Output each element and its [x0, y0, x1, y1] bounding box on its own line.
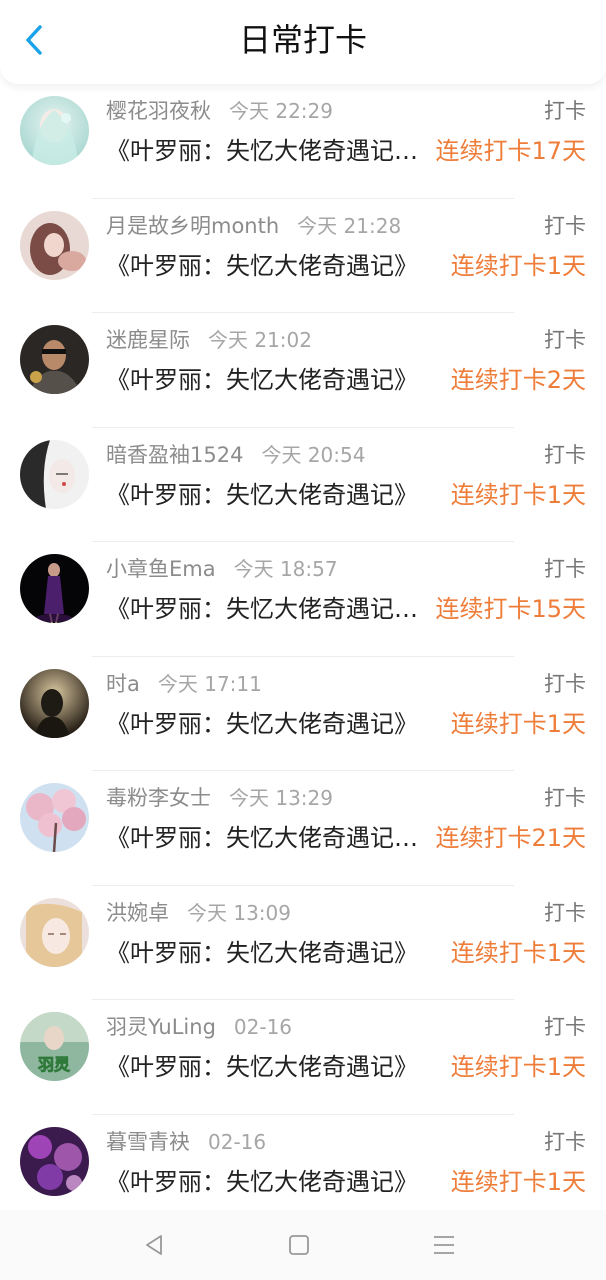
checkin-time: 今天 18:57: [233, 557, 338, 581]
triangle-back-icon: [146, 1235, 162, 1255]
user-name: 羽灵YuLing: [106, 1015, 216, 1039]
user-name: 樱花羽夜秋: [106, 99, 211, 123]
avatar[interactable]: [20, 439, 89, 509]
checkin-action[interactable]: 打卡: [544, 554, 586, 584]
checkin-action[interactable]: 打卡: [544, 669, 586, 699]
checkin-time: 今天 13:09: [187, 900, 291, 925]
menu-lines-icon: [434, 1236, 454, 1254]
streak-badge: 连续打卡1天: [450, 1053, 586, 1081]
list-item[interactable]: 迷鹿星际 今天 21:02 打卡 《叶罗丽：失忆大佬奇遇记》 连续打卡2天: [0, 313, 606, 428]
list-item[interactable]: 樱花羽夜秋 今天 22:29 打卡 《叶罗丽：失忆大佬奇遇记… 连续打卡17天: [0, 84, 606, 199]
book-title[interactable]: 《叶罗丽：失忆大佬奇遇记…: [106, 133, 442, 169]
list-item[interactable]: 毒粉李女士 今天 13:29 打卡 《叶罗丽：失忆大佬奇遇记… 连续打卡21天: [0, 771, 606, 886]
checkin-list[interactable]: 樱花羽夜秋 今天 22:29 打卡 《叶罗丽：失忆大佬奇遇记… 连续打卡17天 月…: [0, 84, 606, 1229]
square-home-icon: [289, 1235, 309, 1255]
checkin-action[interactable]: 打卡: [544, 1127, 586, 1157]
user-name: 洪婉卓: [106, 900, 169, 925]
user-name: 月是故乡明month: [106, 213, 280, 238]
avatar[interactable]: 羽灵: [20, 1012, 89, 1081]
app-screen: 日常打卡 樱花羽夜秋 今天 22:29 打卡 《叶罗丽：失忆大佬奇遇记… 连续打卡…: [0, 0, 606, 1280]
checkin-action[interactable]: 打卡: [544, 898, 586, 928]
system-nav-bar: [0, 1210, 606, 1280]
book-title[interactable]: 《叶罗丽：失忆大佬奇遇记》: [106, 248, 446, 284]
streak-badge: 连续打卡2天: [450, 366, 586, 394]
checkin-time: 今天 13:29: [229, 786, 333, 810]
checkin-time: 今天 20:54: [261, 442, 366, 467]
checkin-action[interactable]: 打卡: [544, 783, 586, 813]
checkin-time: 今天 21:28: [297, 213, 402, 238]
nav-back-button[interactable]: [138, 1229, 170, 1261]
book-title[interactable]: 《叶罗丽：失忆大佬奇遇记》: [106, 477, 446, 513]
avatar[interactable]: [20, 210, 89, 280]
list-item[interactable]: 洪婉卓 今天 13:09 打卡 《叶罗丽：失忆大佬奇遇记》 连续打卡1天: [0, 886, 606, 1000]
checkin-time: 02-16: [208, 1129, 267, 1154]
book-title[interactable]: 《叶罗丽：失忆大佬奇遇记》: [106, 1164, 446, 1200]
avatar[interactable]: [20, 1126, 89, 1196]
nav-menu-button[interactable]: [428, 1229, 460, 1261]
user-name: 毒粉李女士: [106, 786, 211, 810]
book-title[interactable]: 《叶罗丽：失忆大佬奇遇记》: [106, 935, 446, 971]
book-title[interactable]: 《叶罗丽：失忆大佬奇遇记》: [106, 706, 446, 742]
streak-badge: 连续打卡1天: [450, 938, 586, 967]
checkin-time: 今天 22:29: [229, 99, 333, 123]
avatar[interactable]: [20, 325, 89, 394]
avatar[interactable]: [20, 783, 89, 852]
streak-badge: 连续打卡1天: [450, 1167, 586, 1196]
streak-badge: 连续打卡1天: [450, 480, 586, 509]
streak-badge: 连续打卡21天: [435, 824, 586, 852]
book-title[interactable]: 《叶罗丽：失忆大佬奇遇记》: [106, 1049, 446, 1085]
checkin-time: 今天 21:02: [208, 328, 312, 352]
book-title[interactable]: 《叶罗丽：失忆大佬奇遇记…: [106, 820, 442, 856]
nav-home-button[interactable]: [283, 1229, 315, 1261]
user-name: 暮雪青袂: [106, 1129, 190, 1154]
checkin-action[interactable]: 打卡: [544, 325, 586, 355]
streak-badge: 连续打卡1天: [450, 709, 586, 738]
checkin-action[interactable]: 打卡: [544, 440, 586, 470]
checkin-time: 今天 17:11: [157, 671, 262, 696]
page-title: 日常打卡: [238, 21, 367, 59]
avatar[interactable]: [20, 96, 89, 165]
avatar[interactable]: [20, 554, 89, 623]
book-title[interactable]: 《叶罗丽：失忆大佬奇遇记》: [106, 362, 446, 398]
checkin-time: 02-16: [233, 1015, 293, 1039]
user-name: 迷鹿星际: [106, 328, 190, 352]
avatar-caption: 羽灵: [38, 1055, 71, 1074]
avatar[interactable]: [20, 897, 89, 967]
book-title[interactable]: 《叶罗丽：失忆大佬奇遇记…: [106, 591, 442, 627]
streak-badge: 连续打卡17天: [435, 137, 586, 165]
list-item[interactable]: 月是故乡明month 今天 21:28 打卡 《叶罗丽：失忆大佬奇遇记》 连续打卡…: [0, 199, 606, 313]
streak-badge: 连续打卡15天: [435, 595, 586, 623]
user-name: 暗香盈袖1524: [106, 442, 244, 467]
list-item[interactable]: 暗香盈袖1524 今天 20:54 打卡 《叶罗丽：失忆大佬奇遇记》 连续打卡1天: [0, 428, 606, 542]
avatar[interactable]: [20, 668, 89, 738]
user-name: 小章鱼Ema: [106, 557, 216, 581]
checkin-action[interactable]: 打卡: [544, 1012, 586, 1042]
list-item[interactable]: 小章鱼Ema 今天 18:57 打卡 《叶罗丽：失忆大佬奇遇记… 连续打卡15天: [0, 542, 606, 657]
checkin-action[interactable]: 打卡: [544, 211, 586, 241]
list-item[interactable]: 羽灵 羽灵YuLing 02-16 打卡 《叶罗丽：失忆大佬奇遇记》 连续打卡1天: [0, 1000, 606, 1115]
checkin-action[interactable]: 打卡: [544, 96, 586, 126]
user-name: 时a: [106, 671, 140, 696]
header-bar: 日常打卡: [0, 0, 606, 84]
streak-badge: 连续打卡1天: [450, 251, 586, 280]
list-item[interactable]: 时a 今天 17:11 打卡 《叶罗丽：失忆大佬奇遇记》 连续打卡1天: [0, 657, 606, 771]
